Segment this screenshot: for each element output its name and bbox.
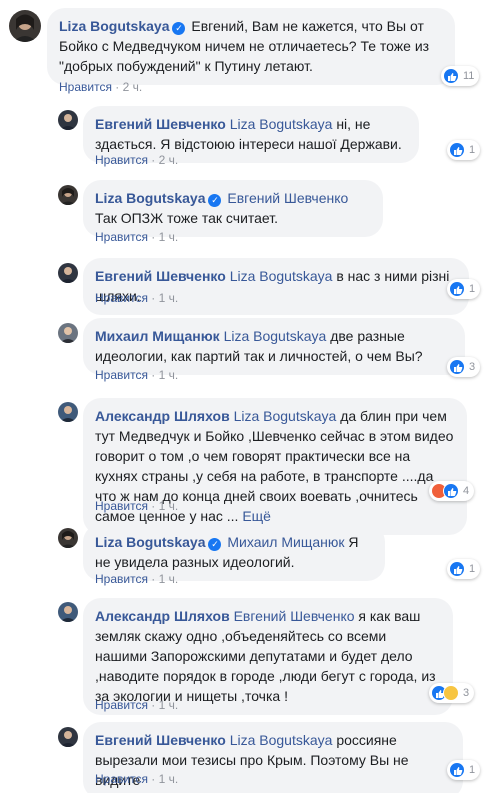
avatar[interactable]	[58, 602, 78, 622]
comment-time[interactable]: 1 ч.	[159, 368, 179, 382]
like-link[interactable]: Нравится	[95, 499, 148, 513]
reaction-count: 3	[469, 361, 476, 373]
comment-time[interactable]: 2 ч.	[159, 153, 179, 167]
reactions-summary[interactable]: 1	[447, 279, 481, 299]
like-link[interactable]: Нравится	[95, 772, 148, 786]
comment-time[interactable]: 1 ч.	[159, 499, 179, 513]
comment-actions: Нравится · 1 ч.	[95, 229, 178, 245]
comment-author[interactable]: Liza Bogutskaya	[59, 18, 169, 34]
separator: ·	[151, 499, 156, 513]
verified-badge-icon: ✓	[172, 22, 186, 35]
reactions-summary[interactable]: 3	[447, 357, 481, 377]
reactions-summary[interactable]: 1	[447, 559, 481, 579]
comment-actions: Нравится · 1 ч.	[95, 697, 178, 713]
like-reaction-icon	[443, 68, 459, 84]
comment-time[interactable]: 1 ч.	[159, 772, 179, 786]
avatar[interactable]	[58, 185, 78, 205]
comment-time[interactable]: 1 ч.	[159, 698, 179, 712]
comment-author[interactable]: Liza Bogutskaya	[95, 534, 205, 550]
mention-link[interactable]: Михаил Мищанюк	[227, 534, 344, 550]
avatar[interactable]	[58, 727, 78, 747]
separator: ·	[151, 772, 156, 786]
comment-author[interactable]: Евгений Шевченко	[95, 116, 226, 132]
separator: ·	[151, 291, 156, 305]
comment-text: Так ОПЗЖ тоже так считает.	[95, 210, 278, 226]
comment-time[interactable]: 1 ч.	[159, 230, 179, 244]
comment-time[interactable]: 2 ч.	[123, 80, 143, 94]
comment-bubble: Евгений Шевченко Liza Bogutskaya в нас з…	[83, 258, 469, 315]
reaction-count: 3	[463, 687, 470, 699]
avatar[interactable]	[58, 402, 78, 422]
reaction-count: 1	[469, 144, 476, 156]
separator: ·	[151, 368, 156, 382]
comment-author[interactable]: Евгений Шевченко	[95, 268, 226, 284]
like-reaction-icon	[449, 561, 465, 577]
separator: ·	[115, 80, 120, 94]
like-link[interactable]: Нравится	[95, 291, 148, 305]
like-link[interactable]: Нравится	[95, 230, 148, 244]
comment-author[interactable]: Александр Шляхов	[95, 408, 230, 424]
like-link[interactable]: Нравится	[95, 698, 148, 712]
avatar[interactable]	[58, 110, 78, 130]
reactions-summary[interactable]: 1	[447, 140, 481, 160]
like-reaction-icon	[449, 359, 465, 375]
like-link[interactable]: Нравится	[59, 80, 112, 94]
reaction-count: 11	[463, 70, 475, 82]
avatar[interactable]	[58, 528, 78, 548]
comment-bubble: Liza Bogutskaya ✓ Евгений, Вам не кажется…	[47, 8, 455, 85]
haha-reaction-icon	[443, 685, 459, 701]
comment-actions: Нравится · 2 ч.	[95, 152, 178, 168]
reaction-count: 1	[469, 563, 476, 575]
see-more-link[interactable]: Ещё	[242, 508, 271, 524]
reactions-summary[interactable]: 1	[447, 760, 481, 780]
reactions-summary[interactable]: 4	[429, 481, 475, 501]
reaction-count: 1	[469, 283, 476, 295]
mention-link[interactable]: Liza Bogutskaya	[224, 328, 327, 344]
avatar[interactable]	[58, 263, 78, 283]
comment-actions: Нравится · 1 ч.	[95, 367, 178, 383]
verified-badge-icon: ✓	[208, 194, 222, 207]
comment-author[interactable]: Михаил Мищанюк	[95, 328, 220, 344]
mention-link[interactable]: Liza Bogutskaya	[230, 268, 333, 284]
avatar[interactable]	[9, 10, 41, 42]
mention-link[interactable]: Евгений Шевченко	[227, 190, 348, 206]
avatar[interactable]	[58, 323, 78, 343]
comment-bubble: Александр Шляхов Liza Bogutskaya да блин…	[83, 398, 467, 535]
reaction-count: 4	[463, 485, 470, 497]
like-reaction-icon	[449, 281, 465, 297]
comment-actions: Нравится · 1 ч.	[95, 290, 178, 306]
comment-actions: Нравится · 1 ч.	[95, 771, 178, 787]
separator: ·	[151, 572, 156, 586]
like-link[interactable]: Нравится	[95, 572, 148, 586]
comment-time[interactable]: 1 ч.	[159, 572, 179, 586]
comment-time[interactable]: 1 ч.	[159, 291, 179, 305]
comment-actions: Нравится · 2 ч.	[59, 79, 142, 95]
verified-badge-icon: ✓	[208, 538, 222, 551]
comment-actions: Нравится · 1 ч.	[95, 498, 178, 514]
reactions-summary[interactable]: 11	[441, 66, 480, 86]
separator: ·	[151, 698, 156, 712]
comment-author[interactable]: Евгений Шевченко	[95, 732, 226, 748]
mention-link[interactable]: Liza Bogutskaya	[230, 116, 333, 132]
comment-author[interactable]: Александр Шляхов	[95, 608, 230, 624]
reaction-count: 1	[469, 764, 476, 776]
reactions-summary[interactable]: 3	[429, 683, 475, 703]
separator: ·	[151, 230, 156, 244]
mention-link[interactable]: Евгений Шевченко	[234, 608, 355, 624]
mention-link[interactable]: Liza Bogutskaya	[234, 408, 337, 424]
separator: ·	[151, 153, 156, 167]
mention-link[interactable]: Liza Bogutskaya	[230, 732, 333, 748]
comment-author[interactable]: Liza Bogutskaya	[95, 190, 205, 206]
like-link[interactable]: Нравится	[95, 368, 148, 382]
comment-actions: Нравится · 1 ч.	[95, 571, 178, 587]
like-reaction-icon	[449, 142, 465, 158]
like-reaction-icon	[449, 762, 465, 778]
like-link[interactable]: Нравится	[95, 153, 148, 167]
like-reaction-icon	[443, 483, 459, 499]
